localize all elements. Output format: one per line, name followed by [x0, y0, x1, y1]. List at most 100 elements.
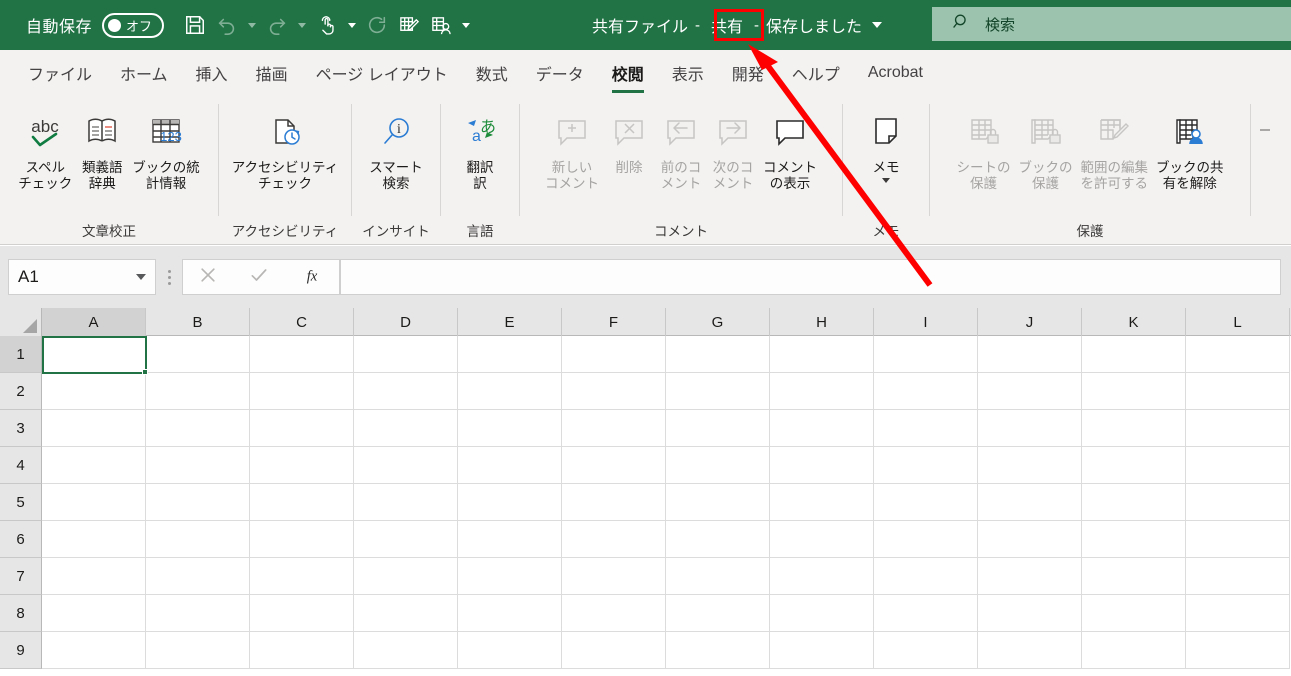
cell-F1[interactable]	[562, 336, 666, 373]
column-header-i[interactable]: I	[874, 308, 978, 336]
ribbon-button-new-comment[interactable]: 新しい コメント	[541, 102, 603, 192]
tab-file[interactable]: ファイル	[14, 50, 106, 96]
touch-mode-chevron-down-icon[interactable]	[344, 8, 360, 42]
cell-J3[interactable]	[978, 410, 1082, 447]
cell-B4[interactable]	[146, 447, 250, 484]
cell-F5[interactable]	[562, 484, 666, 521]
column-header-h[interactable]: H	[770, 308, 874, 336]
cell-G1[interactable]	[666, 336, 770, 373]
cell-D1[interactable]	[354, 336, 458, 373]
ribbon-button-translate[interactable]: a あ 翻訳 訳	[454, 102, 506, 192]
shared-status-label[interactable]: 共有	[707, 12, 747, 38]
cell-E3[interactable]	[458, 410, 562, 447]
ribbon-button-allow-edit-ranges[interactable]: 範囲の編集 を許可する	[1077, 102, 1153, 192]
cell-G8[interactable]	[666, 595, 770, 632]
cell-G5[interactable]	[666, 484, 770, 521]
cell-I9[interactable]	[874, 632, 978, 669]
cell-C5[interactable]	[250, 484, 354, 521]
cell-J9[interactable]	[978, 632, 1082, 669]
cell-A5[interactable]	[42, 484, 146, 521]
cell-D8[interactable]	[354, 595, 458, 632]
cell-C3[interactable]	[250, 410, 354, 447]
cell-K5[interactable]	[1082, 484, 1186, 521]
cell-H8[interactable]	[770, 595, 874, 632]
row-header-8[interactable]: 8	[0, 595, 42, 632]
cell-J2[interactable]	[978, 373, 1082, 410]
cell-L3[interactable]	[1186, 410, 1290, 447]
ribbon-button-show-comments[interactable]: コメント の表示	[759, 102, 821, 192]
cell-B7[interactable]	[146, 558, 250, 595]
cell-I5[interactable]	[874, 484, 978, 521]
cell-F2[interactable]	[562, 373, 666, 410]
cell-J6[interactable]	[978, 521, 1082, 558]
formula-bar-grip[interactable]	[156, 259, 182, 295]
touch-mode-icon[interactable]	[312, 8, 342, 42]
tab-page-layout[interactable]: ページ レイアウト	[302, 50, 462, 96]
cell-I1[interactable]	[874, 336, 978, 373]
cell-A1[interactable]	[42, 336, 146, 373]
cell-E6[interactable]	[458, 521, 562, 558]
cell-L7[interactable]	[1186, 558, 1290, 595]
column-header-j[interactable]: J	[978, 308, 1082, 336]
row-header-9[interactable]: 9	[0, 632, 42, 669]
tab-insert[interactable]: 挿入	[182, 50, 242, 96]
customize-qat-chevron-down-icon[interactable]	[458, 8, 474, 42]
cell-A4[interactable]	[42, 447, 146, 484]
cell-K9[interactable]	[1082, 632, 1186, 669]
ribbon-button-delete-comment[interactable]: 削除	[603, 102, 655, 176]
cell-F9[interactable]	[562, 632, 666, 669]
cell-H1[interactable]	[770, 336, 874, 373]
ribbon-button-next-comment[interactable]: 次のコ メント	[707, 102, 759, 192]
edit-sheet-icon[interactable]	[394, 8, 424, 42]
undo-icon[interactable]	[212, 8, 242, 42]
tab-developer[interactable]: 開発	[718, 50, 778, 96]
ribbon-button-thesaurus[interactable]: 類義語 辞典	[76, 102, 128, 192]
ribbon-button-accessibility-check[interactable]: アクセシビリティ チェック	[228, 102, 343, 192]
cell-H6[interactable]	[770, 521, 874, 558]
cell-E1[interactable]	[458, 336, 562, 373]
cell-I4[interactable]	[874, 447, 978, 484]
cell-A6[interactable]	[42, 521, 146, 558]
cell-D9[interactable]	[354, 632, 458, 669]
row-header-3[interactable]: 3	[0, 410, 42, 447]
cell-I8[interactable]	[874, 595, 978, 632]
tab-view[interactable]: 表示	[658, 50, 718, 96]
cell-G3[interactable]	[666, 410, 770, 447]
cell-B8[interactable]	[146, 595, 250, 632]
cell-D5[interactable]	[354, 484, 458, 521]
enter-check-icon[interactable]	[249, 265, 269, 290]
refresh-icon[interactable]	[362, 8, 392, 42]
cell-D6[interactable]	[354, 521, 458, 558]
cell-A3[interactable]	[42, 410, 146, 447]
cell-B3[interactable]	[146, 410, 250, 447]
ribbon-button-unshare-workbook[interactable]: ブックの共 有を解除	[1152, 102, 1228, 192]
ribbon-overflow-partial-item[interactable]	[1252, 102, 1290, 158]
row-header-6[interactable]: 6	[0, 521, 42, 558]
redo-dropdown-chevron-down-icon[interactable]	[294, 8, 310, 42]
tab-formulas[interactable]: 数式	[462, 50, 522, 96]
ribbon-button-note[interactable]: メモ	[860, 102, 912, 183]
undo-dropdown-chevron-down-icon[interactable]	[244, 8, 260, 42]
cell-L9[interactable]	[1186, 632, 1290, 669]
cell-J4[interactable]	[978, 447, 1082, 484]
cell-H5[interactable]	[770, 484, 874, 521]
redo-icon[interactable]	[262, 8, 292, 42]
cell-B1[interactable]	[146, 336, 250, 373]
note-dropdown-chevron-down-icon[interactable]	[882, 178, 890, 183]
cell-F3[interactable]	[562, 410, 666, 447]
cell-C8[interactable]	[250, 595, 354, 632]
fill-handle[interactable]	[142, 369, 148, 375]
tab-review[interactable]: 校閲	[598, 50, 658, 96]
ribbon-button-spellcheck[interactable]: abc スペル チェック	[14, 102, 76, 192]
column-header-k[interactable]: K	[1082, 308, 1186, 336]
name-box-chevron-down-icon[interactable]	[136, 274, 146, 280]
cell-L2[interactable]	[1186, 373, 1290, 410]
name-box[interactable]: A1	[8, 259, 156, 295]
column-header-f[interactable]: F	[562, 308, 666, 336]
cell-G6[interactable]	[666, 521, 770, 558]
tab-draw[interactable]: 描画	[242, 50, 302, 96]
cell-F8[interactable]	[562, 595, 666, 632]
cell-E5[interactable]	[458, 484, 562, 521]
row-header-5[interactable]: 5	[0, 484, 42, 521]
cell-G2[interactable]	[666, 373, 770, 410]
